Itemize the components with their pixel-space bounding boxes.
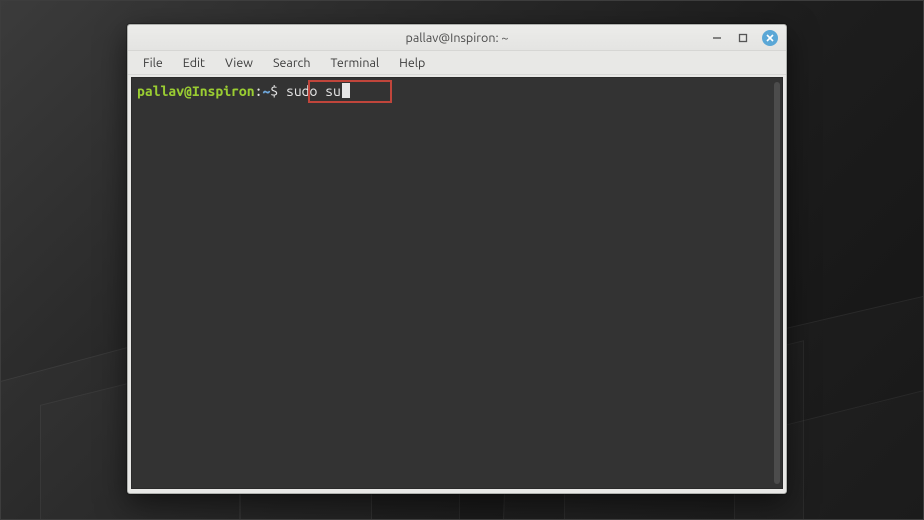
cursor-icon: [342, 83, 350, 98]
close-button[interactable]: [762, 30, 778, 46]
prompt-line: pallav@Inspiron:~$ sudo su: [135, 80, 772, 100]
prompt-symbol: $: [270, 83, 286, 99]
window-controls: [710, 25, 778, 50]
window-title: pallav@Inspiron: ~: [406, 31, 509, 45]
menu-terminal[interactable]: Terminal: [322, 54, 389, 72]
prompt-userhost: pallav@Inspiron: [137, 83, 255, 99]
titlebar[interactable]: pallav@Inspiron: ~: [128, 25, 786, 51]
menu-search[interactable]: Search: [264, 54, 320, 72]
minimize-button[interactable]: [710, 31, 724, 45]
menu-file[interactable]: File: [134, 54, 172, 72]
terminal-window: pallav@Inspiron: ~ File Edit View Search…: [127, 24, 787, 494]
menu-view[interactable]: View: [216, 54, 262, 72]
terminal-container: pallav@Inspiron:~$ sudo su: [128, 75, 786, 493]
menu-help[interactable]: Help: [390, 54, 434, 72]
terminal[interactable]: pallav@Inspiron:~$ sudo su: [131, 77, 783, 489]
menubar: File Edit View Search Terminal Help: [128, 51, 786, 75]
scrollbar[interactable]: [774, 82, 780, 484]
maximize-button[interactable]: [736, 31, 750, 45]
menu-edit[interactable]: Edit: [174, 54, 214, 72]
command-text: sudo su: [286, 83, 341, 99]
